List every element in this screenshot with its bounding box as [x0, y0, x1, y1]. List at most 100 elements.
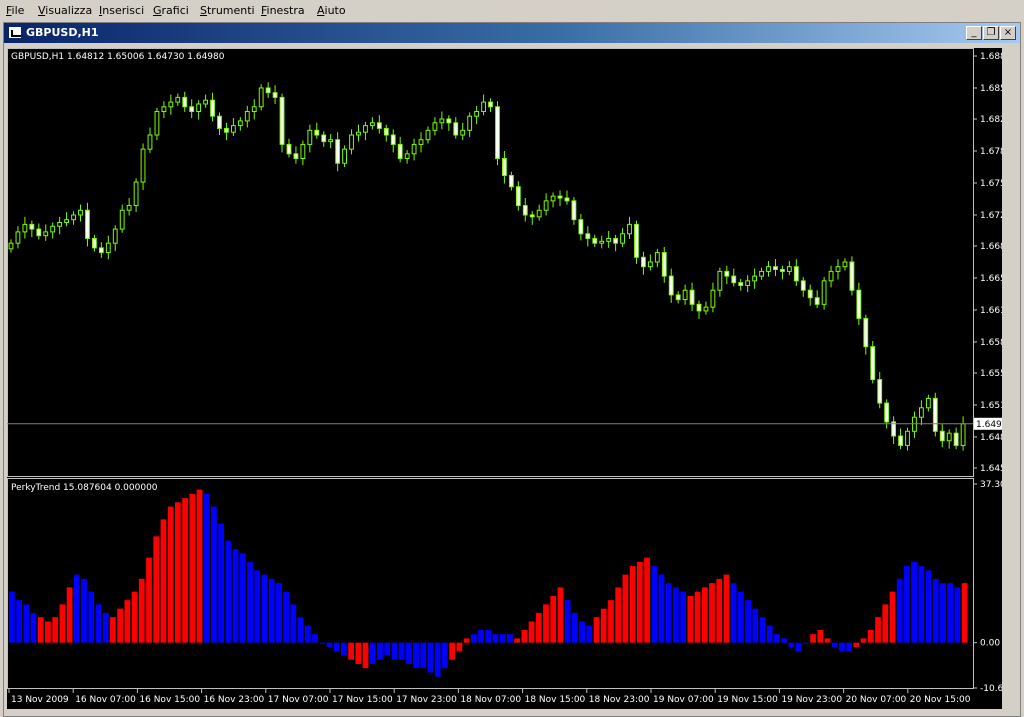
- restore-button[interactable]: ❐: [983, 26, 999, 40]
- minimize-button[interactable]: _: [966, 26, 982, 40]
- hist-bar-down: [333, 642, 340, 652]
- candle-up: [43, 231, 49, 237]
- candle-up: [842, 261, 848, 268]
- candle-down: [495, 106, 500, 160]
- menu-strumenti[interactable]: Strumenti: [200, 4, 255, 17]
- candle-up: [418, 139, 424, 145]
- hist-bar-up: [629, 566, 636, 643]
- hist-bar-up: [355, 642, 362, 664]
- candle-down: [807, 289, 813, 299]
- candle-down: [265, 87, 271, 94]
- candle-down: [182, 96, 188, 108]
- hist-bar-down: [276, 583, 282, 643]
- hist-bar-down: [673, 587, 679, 643]
- hist-bar-up: [723, 574, 730, 643]
- hist-bar-down: [795, 642, 802, 652]
- candle-down: [293, 153, 299, 160]
- menu-grafici[interactable]: Grafici: [153, 4, 189, 17]
- menu-finestra[interactable]: Finestra: [261, 4, 305, 17]
- hist-bar-up: [189, 493, 196, 643]
- hist-bar-up: [557, 587, 564, 643]
- hist-bar-down: [745, 600, 751, 643]
- hist-bar-down: [918, 566, 925, 643]
- chart-svg[interactable]: 1.688901.685501.682201.678801.675401.672…: [7, 48, 1018, 709]
- app-root: File Visualizza Inserisci Grafici Strumenti F…: [0, 0, 1024, 717]
- close-button[interactable]: ×: [1000, 26, 1016, 40]
- candle-down: [939, 430, 945, 442]
- chart-canvas[interactable]: 1.68890 1.68550 1.68220 1.67880 1.67540 1.672…: [7, 48, 1018, 709]
- hist-bar-down: [651, 566, 658, 643]
- candle-down: [793, 266, 799, 282]
- candle-up: [905, 430, 910, 446]
- hist-bar-up: [615, 587, 622, 643]
- candle-up: [620, 233, 625, 244]
- window-titlebar[interactable]: GBPUSD,H1 _ ❐ ×: [4, 23, 1020, 43]
- menu-label: rafici: [161, 4, 189, 17]
- candle-down: [376, 122, 382, 129]
- candle-down: [564, 197, 570, 202]
- hist-bar-up: [521, 629, 528, 643]
- candle-down: [696, 303, 702, 312]
- time-axis-label: 18 Nov 23:00: [589, 695, 650, 705]
- candle-up: [599, 240, 605, 244]
- hist-bar-up: [66, 587, 73, 643]
- hist-bar-down: [398, 642, 405, 660]
- menu-label: ile: [11, 4, 25, 17]
- candle-down: [779, 269, 785, 272]
- candle-down: [272, 92, 278, 98]
- candle-down: [488, 101, 493, 108]
- candle-down: [578, 219, 584, 235]
- candle-down: [217, 115, 222, 129]
- hist-bar-down: [225, 540, 232, 643]
- hist-bar-up: [456, 642, 463, 652]
- time-axis-label: 19 Nov 07:00: [653, 695, 714, 705]
- hist-bar-down: [738, 591, 744, 643]
- hist-bar-up: [860, 638, 867, 643]
- hist-bar-down: [911, 561, 917, 643]
- indicator-panel-frame: [7, 478, 974, 689]
- hist-bar-down: [30, 612, 37, 643]
- hist-bar-up: [146, 557, 152, 643]
- hist-bar-down: [369, 642, 376, 664]
- candle-up: [112, 228, 118, 244]
- candle-down: [863, 317, 869, 348]
- hist-bar-down: [904, 566, 910, 643]
- menu-visualizza[interactable]: Visualizza: [38, 4, 92, 17]
- candle-up: [196, 103, 202, 112]
- candle-up: [230, 125, 236, 133]
- candle-up: [342, 148, 347, 164]
- menu-inserisci[interactable]: Inserisci: [99, 4, 144, 17]
- candle-up: [244, 110, 250, 122]
- hist-bar-down: [564, 600, 571, 643]
- hist-bar-up: [882, 604, 889, 643]
- candle-down: [571, 200, 577, 221]
- candle-down: [634, 223, 639, 258]
- hist-bar-down: [839, 642, 845, 652]
- hist-bar-up: [124, 600, 131, 643]
- hist-bar-down: [239, 553, 246, 643]
- chart-window-icon[interactable]: [8, 26, 22, 39]
- candle-down: [321, 134, 327, 143]
- candle-up: [71, 214, 76, 221]
- candle-down: [390, 134, 396, 145]
- hist-bar-down: [247, 561, 253, 643]
- candle-down: [286, 143, 292, 155]
- candle-down: [508, 174, 514, 188]
- candle-down: [800, 280, 806, 291]
- hist-bar-up: [153, 536, 160, 643]
- candle-up: [460, 129, 466, 136]
- candle-up: [786, 266, 792, 272]
- hist-bar-down: [478, 629, 484, 643]
- menu-aiuto[interactable]: Aiuto: [317, 4, 346, 17]
- candle-down: [383, 127, 389, 136]
- hist-bar-up: [701, 587, 708, 643]
- hist-bar-up: [687, 595, 694, 643]
- candle-up: [752, 275, 758, 282]
- menu-file[interactable]: File: [6, 4, 24, 17]
- candle-up: [356, 131, 361, 136]
- hist-bar-up: [622, 574, 629, 643]
- hist-bar-down: [485, 629, 492, 643]
- hist-bar-down: [88, 591, 95, 643]
- candle-down: [898, 435, 903, 446]
- hist-bar-down: [326, 642, 333, 647]
